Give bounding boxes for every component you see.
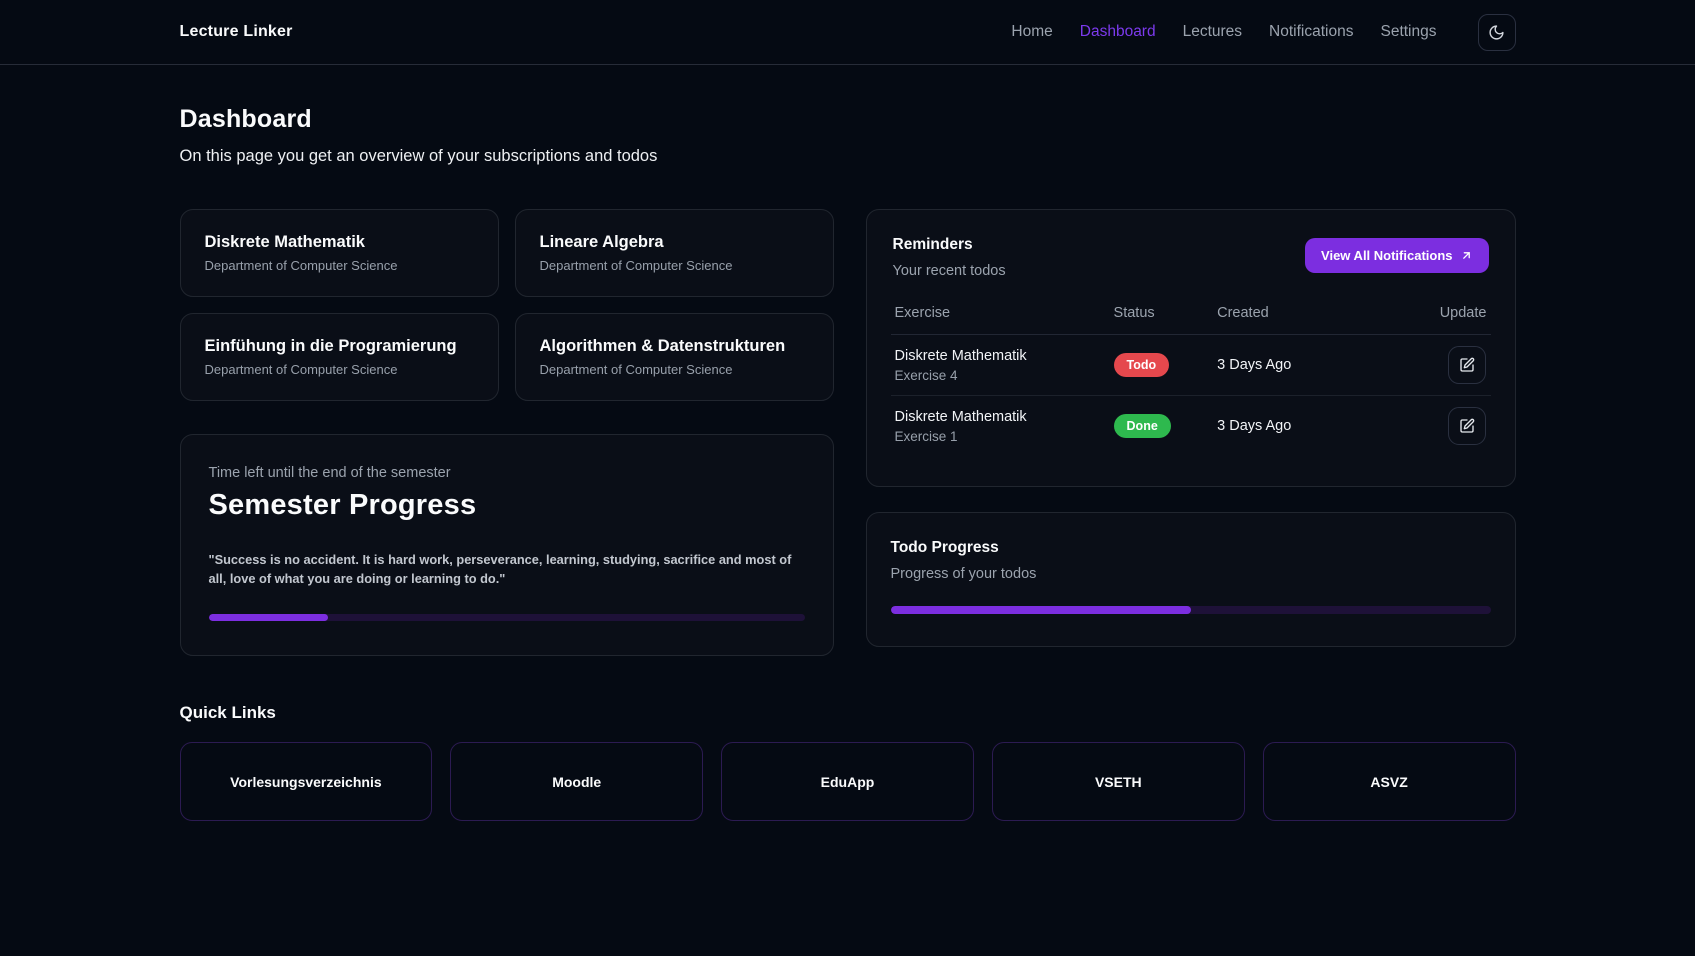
semester-progress-quote: "Success is no accident. It is hard work… [209, 551, 805, 588]
left-column: Diskrete Mathematik Department of Comput… [180, 209, 834, 656]
nav-item-dashboard[interactable]: Dashboard [1080, 23, 1156, 41]
main-content: Dashboard On this page you get an overvi… [180, 65, 1516, 821]
page-title: Dashboard [180, 105, 1516, 134]
status-badge: Done [1114, 414, 1171, 438]
exercise-course-name: Diskrete Mathematik [895, 409, 1114, 425]
brand-logo[interactable]: Lecture Linker [180, 23, 293, 41]
column-header-exercise: Exercise [895, 305, 1114, 321]
course-title: Lineare Algebra [540, 233, 809, 252]
todo-progress-bar [891, 606, 1491, 614]
reminders-subtitle: Your recent todos [893, 263, 1006, 279]
course-card-grid: Diskrete Mathematik Department of Comput… [180, 209, 834, 401]
table-row: Diskrete Mathematik Exercise 4 Todo 3 Da… [891, 335, 1491, 396]
semester-progress-bar [209, 614, 805, 621]
course-department: Department of Computer Science [205, 258, 474, 273]
exercise-cell: Diskrete Mathematik Exercise 1 [895, 409, 1114, 444]
page-subtitle: On this page you get an overview of your… [180, 147, 1516, 166]
nav-item-lectures[interactable]: Lectures [1183, 23, 1242, 41]
update-cell [1392, 346, 1487, 384]
top-navbar: Lecture Linker Home Dashboard Lectures N… [0, 0, 1695, 65]
quick-link-moodle[interactable]: Moodle [450, 742, 703, 821]
status-cell: Done [1114, 414, 1218, 438]
column-header-created: Created [1217, 305, 1392, 321]
course-department: Department of Computer Science [540, 258, 809, 273]
course-title: Einfühung in die Programierung [205, 337, 474, 356]
semester-progress-card: Time left until the end of the semester … [180, 434, 834, 656]
quick-link-eduapp[interactable]: EduApp [721, 742, 974, 821]
todo-progress-card: Todo Progress Progress of your todos [866, 512, 1516, 647]
todo-progress-fill [891, 606, 1191, 614]
status-badge: Todo [1114, 353, 1170, 377]
semester-progress-eyebrow: Time left until the end of the semester [209, 465, 805, 481]
arrow-up-right-icon [1460, 249, 1473, 262]
table-row: Diskrete Mathematik Exercise 1 Done 3 Da… [891, 396, 1491, 456]
course-card-diskrete-mathematik[interactable]: Diskrete Mathematik Department of Comput… [180, 209, 499, 297]
course-card-einfuehrung-programmierung[interactable]: Einfühung in die Programierung Departmen… [180, 313, 499, 401]
course-card-lineare-algebra[interactable]: Lineare Algebra Department of Computer S… [515, 209, 834, 297]
exercise-name: Exercise 1 [895, 429, 1114, 444]
edit-pencil-icon [1459, 357, 1475, 373]
quick-link-vseth[interactable]: VSETH [992, 742, 1245, 821]
theme-toggle-button[interactable] [1478, 14, 1516, 51]
reminders-table: Exercise Status Created Update Diskrete … [891, 305, 1491, 456]
exercise-course-name: Diskrete Mathematik [895, 348, 1114, 364]
column-header-status: Status [1114, 305, 1218, 321]
quick-links-title: Quick Links [180, 703, 1516, 723]
nav-item-notifications[interactable]: Notifications [1269, 23, 1353, 41]
reminders-heading: Reminders Your recent todos [893, 236, 1006, 279]
nav-item-settings[interactable]: Settings [1380, 23, 1436, 41]
main-nav: Home Dashboard Lectures Notifications Se… [1011, 14, 1515, 51]
course-department: Department of Computer Science [540, 362, 809, 377]
semester-progress-title: Semester Progress [209, 489, 805, 522]
quick-links-grid: Vorlesungsverzeichnis Moodle EduApp VSET… [180, 742, 1516, 821]
nav-item-home[interactable]: Home [1011, 23, 1052, 41]
update-cell [1392, 407, 1487, 445]
view-all-notifications-button[interactable]: View All Notifications [1305, 238, 1488, 273]
course-title: Diskrete Mathematik [205, 233, 474, 252]
todo-progress-subtitle: Progress of your todos [891, 566, 1491, 582]
semester-progress-fill [209, 614, 328, 621]
edit-todo-button[interactable] [1448, 346, 1486, 384]
right-column: Reminders Your recent todos View All Not… [866, 209, 1516, 656]
view-all-notifications-label: View All Notifications [1321, 248, 1452, 263]
quick-link-asvz[interactable]: ASVZ [1263, 742, 1516, 821]
moon-icon [1488, 24, 1505, 41]
column-header-update: Update [1392, 305, 1487, 321]
status-cell: Todo [1114, 353, 1218, 377]
reminders-table-header: Exercise Status Created Update [891, 305, 1491, 335]
course-card-algorithmen-datenstrukturen[interactable]: Algorithmen & Datenstrukturen Department… [515, 313, 834, 401]
edit-pencil-icon [1459, 418, 1475, 434]
created-cell: 3 Days Ago [1217, 357, 1392, 373]
course-title: Algorithmen & Datenstrukturen [540, 337, 809, 356]
quick-link-vorlesungsverzeichnis[interactable]: Vorlesungsverzeichnis [180, 742, 433, 821]
todo-progress-title: Todo Progress [891, 539, 1491, 557]
reminders-card: Reminders Your recent todos View All Not… [866, 209, 1516, 487]
exercise-cell: Diskrete Mathematik Exercise 4 [895, 348, 1114, 383]
exercise-name: Exercise 4 [895, 368, 1114, 383]
created-cell: 3 Days Ago [1217, 418, 1392, 434]
edit-todo-button[interactable] [1448, 407, 1486, 445]
course-department: Department of Computer Science [205, 362, 474, 377]
reminders-title: Reminders [893, 236, 1006, 254]
